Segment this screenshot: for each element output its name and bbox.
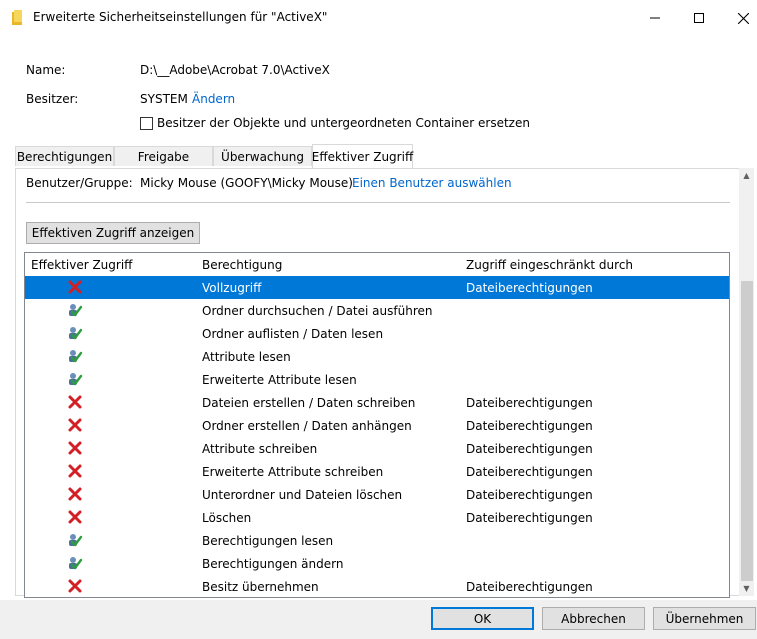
list-item[interactable]: Berechtigungen ändern bbox=[25, 552, 729, 575]
list-item[interactable]: Attribute schreiben Dateiberechtigungen bbox=[25, 437, 729, 460]
tab-freigabe[interactable]: Freigabe bbox=[114, 146, 213, 166]
deny-x-icon bbox=[67, 394, 83, 410]
column-header-access[interactable]: Effektiver Zugriff bbox=[31, 258, 132, 272]
permission-name: Attribute schreiben bbox=[202, 442, 318, 456]
list-item[interactable]: Ordner auflisten / Daten lesen bbox=[25, 322, 729, 345]
scroll-thumb[interactable] bbox=[741, 281, 753, 581]
restricted-by: Dateiberechtigungen bbox=[466, 442, 593, 456]
list-item[interactable]: Dateien erstellen / Daten schreiben Datei… bbox=[25, 391, 729, 414]
permission-name: Erweiterte Attribute schreiben bbox=[202, 465, 384, 479]
allow-user-check-icon bbox=[67, 302, 83, 318]
folder-icon bbox=[12, 10, 22, 25]
user-group-value: Micky Mouse (GOOFY\Micky Mouse) bbox=[140, 176, 353, 190]
list-item[interactable]: Berechtigungen lesen bbox=[25, 529, 729, 552]
list-item[interactable]: Vollzugriff Dateiberechtigungen bbox=[25, 276, 729, 299]
permission-name: Ordner erstellen / Daten anhängen bbox=[202, 419, 412, 433]
select-user-link[interactable]: Einen Benutzer auswählen bbox=[352, 176, 512, 190]
name-value: D:\__Adobe\Acrobat 7.0\ActiveX bbox=[140, 63, 330, 77]
tab-berechtigungen[interactable]: Berechtigungen bbox=[15, 146, 114, 166]
allow-user-check-icon bbox=[67, 325, 83, 341]
list-item[interactable]: Besitz übernehmen Dateiberechtigungen bbox=[25, 575, 729, 597]
permission-name: Ordner durchsuchen / Datei ausführen bbox=[202, 304, 433, 318]
close-icon bbox=[737, 12, 749, 24]
permission-name: Dateien erstellen / Daten schreiben bbox=[202, 396, 416, 410]
change-owner-link[interactable]: Ändern bbox=[192, 92, 235, 106]
deny-x-icon bbox=[67, 417, 83, 433]
permission-name: Vollzugriff bbox=[202, 281, 262, 295]
minimize-icon bbox=[650, 17, 660, 19]
permission-name: Erweiterte Attribute lesen bbox=[202, 373, 357, 387]
restricted-by: Dateiberechtigungen bbox=[466, 419, 593, 433]
maximize-icon bbox=[694, 13, 704, 23]
deny-x-icon bbox=[67, 486, 83, 502]
permission-name: Löschen bbox=[202, 511, 252, 525]
tab-effektiver-zugriff[interactable]: Effektiver Zugriff bbox=[312, 144, 413, 168]
scroll-up-button[interactable]: ▲ bbox=[739, 168, 754, 183]
separator bbox=[26, 202, 730, 203]
title-bar: Erweiterte Sicherheitseinstellungen für … bbox=[0, 0, 757, 37]
restricted-by: Dateiberechtigungen bbox=[466, 488, 593, 502]
list-header: Effektiver Zugriff Berechtigung Zugriff … bbox=[25, 253, 729, 275]
tab-ueberwachung[interactable]: Überwachung bbox=[213, 146, 312, 166]
list-item[interactable]: Attribute lesen bbox=[25, 345, 729, 368]
permission-name: Attribute lesen bbox=[202, 350, 291, 364]
close-button[interactable] bbox=[721, 0, 757, 36]
owner-label: Besitzer: bbox=[26, 92, 79, 106]
user-group-label: Benutzer/Gruppe: bbox=[26, 176, 133, 190]
allow-user-check-icon bbox=[67, 371, 83, 387]
effective-access-list: Effektiver Zugriff Berechtigung Zugriff … bbox=[24, 252, 730, 598]
deny-x-icon bbox=[67, 463, 83, 479]
restricted-by: Dateiberechtigungen bbox=[466, 511, 593, 525]
replace-owner-checkbox[interactable] bbox=[140, 117, 153, 130]
restricted-by: Dateiberechtigungen bbox=[466, 396, 593, 410]
replace-owner-label: Besitzer der Objekte und untergeordneten… bbox=[157, 116, 530, 130]
permission-name: Unterordner und Dateien löschen bbox=[202, 488, 403, 502]
scroll-down-button[interactable]: ▼ bbox=[739, 581, 754, 596]
minimize-button[interactable] bbox=[633, 0, 677, 36]
ok-button[interactable]: OK bbox=[431, 607, 534, 630]
allow-user-check-icon bbox=[67, 555, 83, 571]
allow-user-check-icon bbox=[67, 348, 83, 364]
owner-value: SYSTEM bbox=[140, 92, 188, 106]
list-item[interactable]: Ordner erstellen / Daten anhängen Dateibe… bbox=[25, 414, 729, 437]
deny-x-icon bbox=[67, 578, 83, 594]
deny-x-icon bbox=[67, 279, 83, 295]
show-effective-access-button[interactable]: Effektiven Zugriff anzeigen bbox=[26, 222, 200, 244]
permission-name: Ordner auflisten / Daten lesen bbox=[202, 327, 384, 341]
deny-x-icon bbox=[67, 440, 83, 456]
allow-user-check-icon bbox=[67, 532, 83, 548]
list-item[interactable]: Unterordner und Dateien löschen Dateibere… bbox=[25, 483, 729, 506]
column-header-restricted-by[interactable]: Zugriff eingeschränkt durch bbox=[466, 258, 633, 272]
apply-button[interactable]: Übernehmen bbox=[653, 607, 756, 630]
column-header-permission[interactable]: Berechtigung bbox=[202, 258, 282, 272]
permission-name: Besitz übernehmen bbox=[202, 580, 319, 594]
cancel-button[interactable]: Abbrechen bbox=[542, 607, 645, 630]
window-title: Erweiterte Sicherheitseinstellungen für … bbox=[33, 10, 328, 24]
restricted-by: Dateiberechtigungen bbox=[466, 580, 593, 594]
list-item[interactable]: Erweiterte Attribute schreiben Dateiberec… bbox=[25, 460, 729, 483]
deny-x-icon bbox=[67, 509, 83, 525]
chevron-up-icon: ▲ bbox=[743, 171, 750, 180]
list-item[interactable]: Ordner durchsuchen / Datei ausführen bbox=[25, 299, 729, 322]
maximize-button[interactable] bbox=[677, 0, 721, 36]
permission-name: Berechtigungen ändern bbox=[202, 557, 344, 571]
chevron-down-icon: ▼ bbox=[743, 584, 750, 593]
restricted-by: Dateiberechtigungen bbox=[466, 281, 593, 295]
name-label: Name: bbox=[26, 63, 66, 77]
permission-name: Berechtigungen lesen bbox=[202, 534, 334, 548]
restricted-by: Dateiberechtigungen bbox=[466, 465, 593, 479]
list-item[interactable]: Erweiterte Attribute lesen bbox=[25, 368, 729, 391]
list-item[interactable]: Löschen Dateiberechtigungen bbox=[25, 506, 729, 529]
